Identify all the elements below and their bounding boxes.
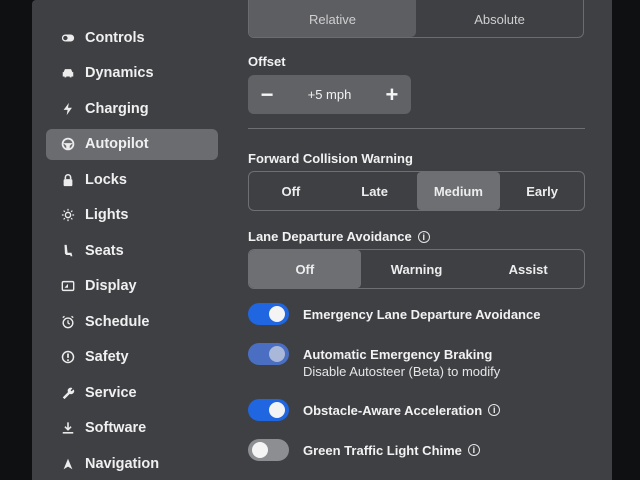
- sidebar-item-schedule[interactable]: Schedule: [46, 306, 218, 337]
- option-absolute[interactable]: Absolute: [416, 0, 583, 37]
- settings-screen: Controls Dynamics Charging Autopilot Loc…: [32, 0, 612, 480]
- seat-icon: [60, 243, 76, 259]
- sidebar-item-label: Navigation: [85, 455, 160, 472]
- toggle-title: Green Traffic Light Chime i: [303, 439, 480, 461]
- fcw-option-early[interactable]: Early: [500, 172, 584, 210]
- steering-wheel-icon: [60, 136, 76, 152]
- info-icon[interactable]: i: [467, 444, 480, 456]
- lane-departure-avoidance-title: Lane Departure Avoidance: [248, 229, 412, 244]
- sidebar-item-label: Lights: [85, 207, 129, 223]
- toggle-title: Emergency Lane Departure Avoidance: [303, 306, 541, 322]
- wrench-icon: [60, 385, 76, 401]
- offset-label: Offset: [248, 54, 286, 69]
- emergency-lane-departure-avoidance-toggle[interactable]: [248, 303, 289, 325]
- sidebar-item-display[interactable]: Display: [46, 271, 218, 302]
- sidebar-item-label: Safety: [85, 349, 129, 365]
- fcw-option-medium[interactable]: Medium: [416, 172, 501, 210]
- info-icon[interactable]: i: [417, 230, 430, 243]
- sidebar-item-label: Autopilot: [85, 136, 149, 152]
- toggle-text: Automatic Emergency Braking Disable Auto…: [303, 343, 501, 380]
- obstacle-aware-acceleration-toggle[interactable]: [248, 399, 289, 421]
- sidebar-item-seats[interactable]: Seats: [46, 235, 218, 266]
- sidebar-item-label: Service: [85, 384, 137, 401]
- automatic-emergency-braking-toggle[interactable]: [248, 343, 289, 365]
- lda-option-assist[interactable]: Assist: [472, 250, 584, 288]
- sidebar-item-locks[interactable]: Locks: [46, 164, 218, 195]
- automatic-emergency-braking-row: Automatic Emergency Braking Disable Auto…: [248, 343, 500, 379]
- toggle-knob: [269, 346, 285, 362]
- toggle-title-text: Green Traffic Light Chime: [303, 442, 462, 458]
- speed-offset-mode-selector: Relative Absolute: [248, 0, 584, 38]
- toggle-title: Automatic Emergency Braking: [303, 346, 493, 362]
- display-icon: [60, 278, 76, 294]
- sidebar-item-label: Software: [85, 420, 147, 436]
- sidebar-item-label: Charging: [85, 100, 149, 117]
- alert-icon: [60, 349, 76, 365]
- lane-departure-avoidance-label: Lane Departure Avoidance i: [248, 229, 430, 244]
- toggle-title: Obstacle-Aware Acceleration i: [303, 399, 501, 421]
- sidebar-item-label: Dynamics: [85, 65, 154, 81]
- sidebar-item-label: Seats: [85, 242, 124, 259]
- sidebar-item-autopilot[interactable]: Autopilot: [46, 128, 218, 160]
- emergency-lane-departure-avoidance-row: Emergency Lane Departure Avoidance: [248, 303, 540, 325]
- decrease-offset-button[interactable]: −: [256, 83, 278, 106]
- car-icon: [60, 65, 76, 81]
- sun-icon: [60, 207, 76, 223]
- toggle-icon: [60, 30, 76, 46]
- offset-value: +5 mph: [307, 87, 352, 102]
- increase-offset-button[interactable]: +: [381, 83, 403, 106]
- sidebar-item-label: Schedule: [85, 313, 150, 330]
- toggle-knob: [252, 442, 268, 458]
- lightning-icon: [60, 101, 76, 117]
- toggle-knob: [269, 402, 285, 418]
- option-relative[interactable]: Relative: [249, 0, 416, 37]
- toggle-text: Obstacle-Aware Acceleration i: [303, 399, 501, 421]
- sidebar-item-lights[interactable]: Lights: [46, 200, 218, 231]
- green-traffic-light-chime-toggle[interactable]: [248, 439, 289, 461]
- sidebar-item-controls[interactable]: Controls: [46, 22, 218, 53]
- obstacle-aware-acceleration-row: Obstacle-Aware Acceleration i: [248, 399, 501, 421]
- lda-option-off[interactable]: Off: [249, 250, 361, 288]
- toggle-subtitle: Disable Autosteer (Beta) to modify: [303, 364, 501, 379]
- navigation-arrow-icon: [60, 456, 76, 472]
- sidebar-item-label: Display: [85, 278, 137, 294]
- lane-departure-avoidance-selector: Off Warning Assist: [248, 249, 585, 289]
- sidebar-item-charging[interactable]: Charging: [46, 93, 218, 124]
- fcw-option-late[interactable]: Late: [333, 172, 417, 210]
- section-divider: [248, 128, 585, 129]
- sidebar-item-label: Controls: [85, 29, 145, 46]
- offset-stepper: − +5 mph +: [248, 75, 411, 114]
- lock-icon: [60, 172, 76, 188]
- fcw-option-off[interactable]: Off: [249, 172, 333, 210]
- sidebar-item-navigation[interactable]: Navigation: [46, 448, 218, 479]
- info-icon[interactable]: i: [488, 404, 501, 416]
- alarm-clock-icon: [60, 314, 76, 330]
- green-traffic-light-chime-row: Green Traffic Light Chime i: [248, 439, 480, 461]
- settings-sidebar: Controls Dynamics Charging Autopilot Loc…: [46, 22, 218, 480]
- sidebar-item-software[interactable]: Software: [46, 413, 218, 444]
- toggle-text: Emergency Lane Departure Avoidance: [303, 303, 540, 325]
- toggle-title-text: Obstacle-Aware Acceleration: [303, 402, 483, 418]
- toggle-text: Green Traffic Light Chime i: [303, 439, 480, 461]
- forward-collision-warning-label: Forward Collision Warning: [248, 151, 413, 166]
- sidebar-item-label: Locks: [85, 171, 127, 188]
- download-icon: [60, 420, 76, 436]
- sidebar-item-service[interactable]: Service: [46, 377, 218, 408]
- sidebar-item-safety[interactable]: Safety: [46, 342, 218, 373]
- lda-option-warning[interactable]: Warning: [361, 250, 473, 288]
- sidebar-item-dynamics[interactable]: Dynamics: [46, 58, 218, 89]
- forward-collision-warning-selector: Off Late Medium Early: [248, 171, 585, 211]
- toggle-knob: [269, 306, 285, 322]
